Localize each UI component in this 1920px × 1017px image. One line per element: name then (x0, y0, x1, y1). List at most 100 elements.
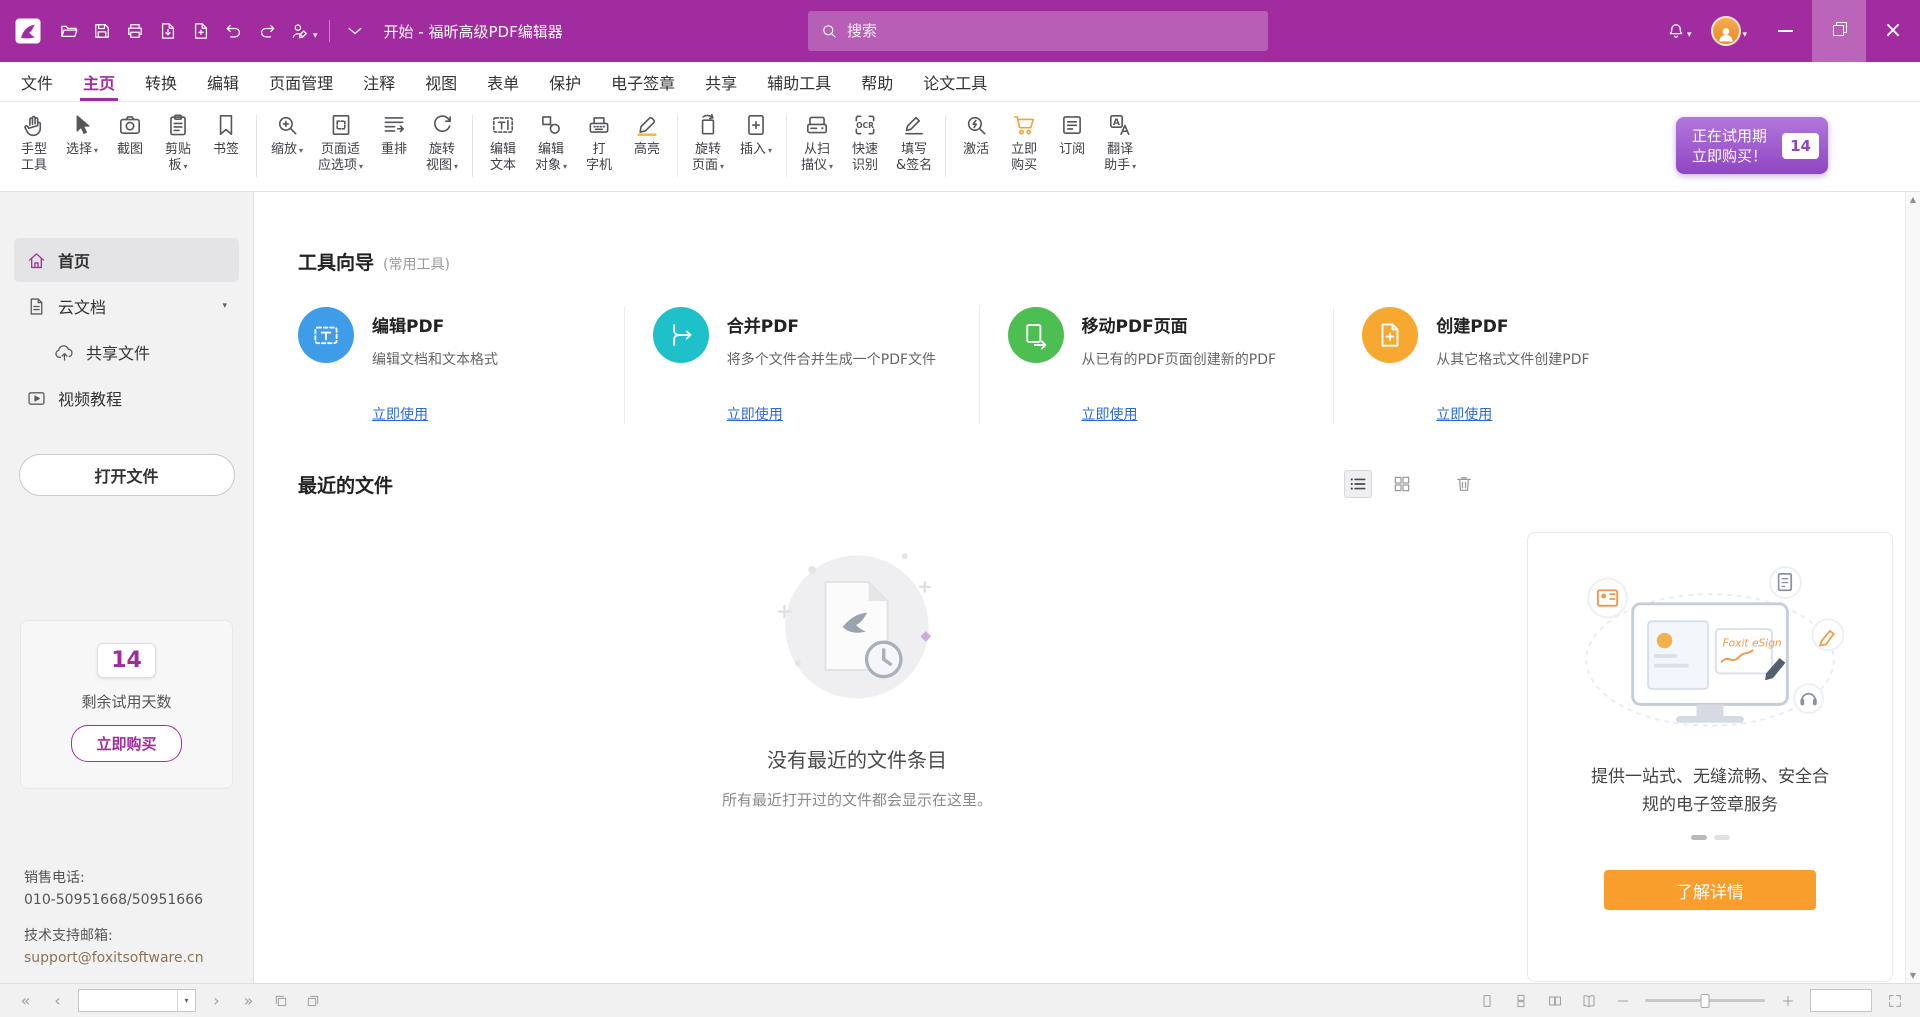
save-icon[interactable] (85, 15, 118, 48)
tool-card: 编辑PDF 编辑文档和文本格式 立即使用 (298, 307, 624, 424)
menu-item[interactable]: 电子签章 (596, 62, 690, 101)
ribbon-tool[interactable]: 书签 (202, 105, 250, 187)
open-file-button[interactable]: 打开文件 (19, 454, 235, 496)
next-page-button[interactable]: › (205, 989, 228, 1012)
print-icon[interactable] (118, 15, 151, 48)
zoom-out-icon[interactable] (1611, 989, 1634, 1012)
clear-recent-button[interactable] (1450, 470, 1478, 498)
chevron-down-icon[interactable]: ▾ (222, 301, 227, 311)
ribbon-tool-icon (429, 111, 455, 139)
chevron-down-icon[interactable]: ▾ (313, 31, 318, 41)
prev-view-icon[interactable] (269, 989, 292, 1012)
sidebar-item[interactable]: 共享文件 (42, 330, 239, 374)
page-number-input[interactable] (79, 990, 177, 1011)
continuous-view-icon[interactable] (1509, 989, 1532, 1012)
ribbon-tool[interactable]: 从扫 描仪▾ (793, 105, 841, 187)
ribbon-tool[interactable]: 选择▾ (58, 105, 106, 187)
ribbon-tool[interactable]: 插入▾ (732, 105, 780, 187)
ribbon-tool[interactable]: OCR 快速 识别 (841, 105, 889, 187)
facing-view-icon[interactable] (1543, 989, 1566, 1012)
next-view-icon[interactable] (301, 989, 324, 1012)
scroll-up-icon[interactable]: ▲ (1910, 195, 1916, 204)
use-now-link[interactable]: 立即使用 (1436, 404, 1492, 424)
zoom-slider-thumb[interactable] (1701, 994, 1710, 1008)
menu-item[interactable]: 注释 (348, 62, 410, 101)
ribbon-tool[interactable]: 旋转 视图▾ (418, 105, 466, 187)
zoom-level-input[interactable] (1810, 989, 1872, 1012)
ribbon-tool[interactable]: 编辑 文本 (479, 105, 527, 187)
ribbon-tool[interactable]: A 翻译 助手▾ (1096, 105, 1144, 187)
foxit-logo-icon[interactable] (10, 13, 46, 49)
notifications-button[interactable]: ▾ (1657, 21, 1703, 41)
ribbon-tool[interactable]: 填写 &签名 (889, 105, 939, 187)
menu-item[interactable]: 论文工具 (908, 62, 1002, 101)
carousel-dot[interactable] (1691, 835, 1707, 840)
close-button[interactable]: × (1866, 0, 1920, 62)
sidebar-item[interactable]: 视频教程 (14, 376, 239, 420)
ribbon-tool[interactable]: 截图 (106, 105, 154, 187)
collapse-ribbon-icon[interactable] (339, 15, 372, 48)
page-dropdown-caret[interactable]: ▾ (177, 990, 195, 1011)
menu-item[interactable]: 转换 (130, 62, 192, 101)
trial-banner[interactable]: 正在试用期 立即购买！ 14 (1676, 117, 1828, 174)
book-view-icon[interactable] (1577, 989, 1600, 1012)
ribbon-tool[interactable]: 高亮 (623, 105, 671, 187)
menu-item[interactable]: 页面管理 (254, 62, 348, 101)
last-page-button[interactable]: » (237, 989, 260, 1012)
zoom-in-icon[interactable] (1776, 989, 1799, 1012)
learn-more-button[interactable]: 了解详情 (1604, 870, 1816, 910)
ribbon-tool[interactable]: 缩放▾ (263, 105, 311, 187)
carousel-dot[interactable] (1714, 835, 1730, 840)
ribbon-tool[interactable]: 手型 工具 (10, 105, 58, 187)
zoom-slider[interactable] (1645, 999, 1765, 1002)
sidebar-item[interactable]: 首页 (14, 238, 239, 282)
single-page-view-icon[interactable] (1475, 989, 1498, 1012)
create-pdf-icon[interactable] (184, 15, 217, 48)
support-email-link[interactable]: support@foxitsoftware.cn (24, 947, 204, 969)
search-input[interactable] (847, 23, 1256, 40)
chevron-down-icon: ▾ (1742, 30, 1747, 40)
ribbon-tool[interactable]: 编辑 对象▾ (527, 105, 575, 187)
global-search[interactable] (808, 11, 1268, 51)
export-icon[interactable] (151, 15, 184, 48)
redo-icon[interactable] (250, 15, 283, 48)
menu-item[interactable]: 主页 (68, 62, 130, 101)
first-page-button[interactable]: « (14, 989, 37, 1012)
sales-phone-number: 010-50951668/50951666 (24, 889, 204, 911)
ribbon-tool[interactable]: 重排 (370, 105, 418, 187)
account-button[interactable]: ▾ (1702, 16, 1758, 46)
restore-button[interactable] (1812, 0, 1866, 62)
ribbon-tool[interactable]: 打 字机 (575, 105, 623, 187)
sidebar-item[interactable]: 云文档 ▾ (14, 284, 239, 328)
open-folder-icon[interactable] (52, 15, 85, 48)
menu-item-label: 文件 (21, 70, 53, 94)
ribbon-tool[interactable]: 订阅 (1048, 105, 1096, 187)
menu-item[interactable]: 共享 (690, 62, 752, 101)
use-now-link[interactable]: 立即使用 (372, 404, 428, 424)
buy-now-button[interactable]: 立即购买 (71, 725, 181, 762)
menu-item[interactable]: 帮助 (846, 62, 908, 101)
undo-icon[interactable] (217, 15, 250, 48)
ribbon-tool-label: 手型 工具 (21, 142, 47, 173)
menu-item[interactable]: 保护 (534, 62, 596, 101)
list-view-button[interactable] (1344, 470, 1372, 498)
menu-item[interactable]: 编辑 (192, 62, 254, 101)
ribbon-tool[interactable]: 激活 (952, 105, 1000, 187)
ribbon-tool[interactable]: 旋转 页面▾ (684, 105, 732, 187)
ribbon-tool[interactable]: 剪贴 板▾ (154, 105, 202, 187)
ribbon-tool[interactable]: 页面适 应选项▾ (311, 105, 370, 187)
scroll-down-icon[interactable]: ▼ (1910, 971, 1916, 980)
fullscreen-icon[interactable] (1883, 989, 1906, 1012)
vertical-scrollbar[interactable]: ▲ ▼ (1905, 192, 1920, 983)
use-now-link[interactable]: 立即使用 (727, 404, 783, 424)
grid-view-button[interactable] (1388, 470, 1416, 498)
menu-item[interactable]: 视图 (410, 62, 472, 101)
menu-item[interactable]: 表单 (472, 62, 534, 101)
use-now-link[interactable]: 立即使用 (1082, 404, 1138, 424)
minimize-button[interactable] (1758, 0, 1812, 62)
prev-page-button[interactable]: ‹ (46, 989, 69, 1012)
ribbon-tool[interactable]: 立即 购买 (1000, 105, 1048, 187)
menu-item[interactable]: 辅助工具 (752, 62, 846, 101)
esign-protect-icon[interactable] (283, 15, 316, 48)
menu-item[interactable]: 文件 (6, 62, 68, 101)
